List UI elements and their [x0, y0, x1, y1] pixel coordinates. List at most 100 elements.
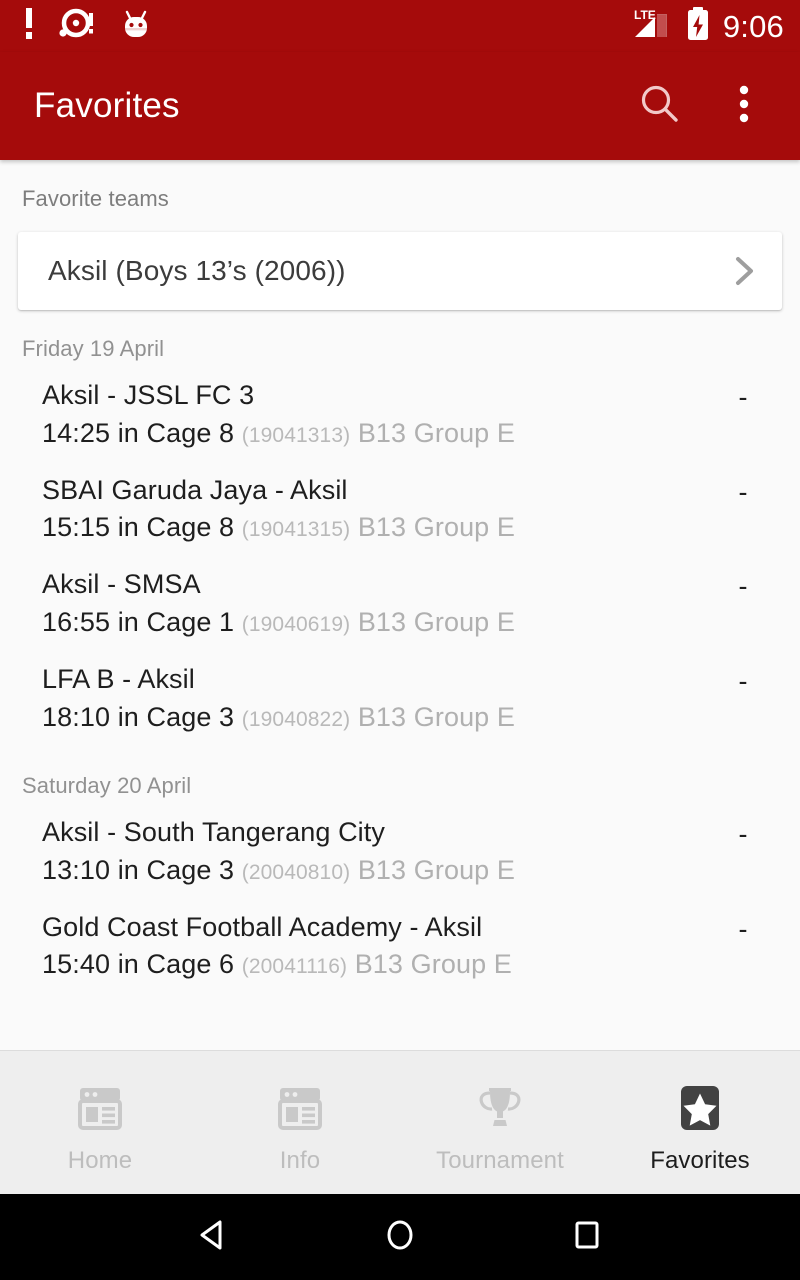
match-row[interactable]: SBAI Garuda Jaya - Aksil 15:15 in Cage 8 … [0, 463, 800, 558]
match-id: (20041116) [241, 955, 348, 979]
match-list: Aksil - South Tangerang City 13:10 in Cag… [0, 805, 800, 994]
favorite-team-card[interactable]: Aksil (Boys 13’s (2006)) [18, 232, 782, 310]
match-id: (20040810) [241, 860, 351, 884]
match-list: Aksil - JSSL FC 3 14:25 in Cage 8 (190413… [0, 368, 800, 747]
match-id: (19040619) [241, 613, 351, 637]
match-time: 18:10 [42, 701, 111, 732]
match-main: SBAI Garuda Jaya - Aksil 15:15 in Cage 8 … [42, 473, 708, 546]
match-teams: Aksil - JSSL FC 3 [42, 380, 255, 410]
match-id: (19040822) [241, 707, 351, 731]
battery-charging-icon [685, 6, 711, 47]
match-main: Aksil - JSSL FC 3 14:25 in Cage 8 (190413… [42, 378, 708, 451]
match-id: (19041313) [241, 423, 351, 447]
match-row[interactable]: Aksil - SMSA 16:55 in Cage 1 (19040619) B… [0, 557, 800, 652]
day-header: Saturday 20 April [22, 772, 192, 798]
search-button[interactable] [632, 78, 688, 134]
match-venue: in Cage 8 [117, 512, 235, 543]
match-group: B13 Group E [357, 854, 516, 885]
home-circle-icon [376, 1211, 424, 1264]
match-row[interactable]: Gold Coast Football Academy - Aksil 15:40… [0, 900, 800, 995]
status-bar-notification-icons [22, 7, 152, 45]
match-meta: 16:55 in Cage 1 (19040619) B13 Group E [42, 605, 708, 640]
match-teams: Gold Coast Football Academy - Aksil [42, 911, 483, 942]
match-teams: LFA B - Aksil [42, 664, 195, 695]
recents-button[interactable] [551, 1201, 623, 1273]
match-time: 15:40 [42, 949, 111, 980]
tab-tournament[interactable]: Tournament [400, 1051, 600, 1194]
match-row[interactable]: LFA B - Aksil 18:10 in Cage 3 (19040822) … [0, 652, 800, 747]
alert-exclamation-icon [22, 7, 36, 45]
match-teams: Aksil - SMSA [42, 569, 201, 600]
match-time: 16:55 [42, 607, 111, 638]
match-teams: Aksil - South Tangerang City [42, 816, 385, 847]
match-meta: 13:10 in Cage 3 (20040810) B13 Group E [42, 853, 708, 888]
match-score: - [738, 818, 748, 849]
newspaper-icon [72, 1079, 128, 1137]
favorite-teams-label: Favorite teams [22, 186, 169, 211]
app-bar: Favorites [0, 52, 800, 160]
match-score: - [738, 382, 748, 412]
favorite-team-name: Aksil (Boys 13’s (2006)) [48, 255, 346, 286]
match-group: B13 Group E [357, 701, 516, 732]
status-bar: LTE 9:06 [0, 0, 800, 52]
match-venue: in Cage 8 [117, 417, 235, 448]
android-nav-bar [0, 1194, 800, 1280]
status-bar-clock: 9:06 [722, 8, 784, 44]
android-robot-icon [120, 8, 152, 45]
status-bar-system-icons: LTE 9:06 [633, 6, 784, 47]
match-group: B13 Group E [357, 512, 516, 543]
match-group: B13 Group E [357, 607, 516, 638]
match-teams: SBAI Garuda Jaya - Aksil [42, 474, 348, 505]
match-meta: 14:25 in Cage 8 (19041313) B13 Group E [42, 416, 708, 451]
match-venue: in Cage 3 [117, 701, 235, 732]
match-venue: in Cage 1 [117, 607, 235, 638]
match-row[interactable]: Aksil - South Tangerang City 13:10 in Cag… [0, 805, 800, 900]
tab-favorites[interactable]: Favorites [600, 1051, 800, 1194]
star-icon [672, 1079, 728, 1137]
main-content: Favorite teams Aksil (Boys 13’s (2006)) … [0, 160, 800, 1050]
app-bar-actions [632, 78, 772, 134]
tab-label-favorites: Favorites [650, 1146, 750, 1174]
match-main: Aksil - SMSA 16:55 in Cage 1 (19040619) B… [42, 567, 708, 640]
day-header: Friday 19 April [22, 336, 165, 361]
disc-alert-icon [58, 8, 98, 45]
match-score: - [738, 913, 748, 944]
match-group: B13 Group E [357, 417, 516, 448]
match-score: - [738, 666, 748, 697]
match-time: 13:10 [42, 854, 111, 885]
back-triangle-icon [189, 1211, 237, 1264]
match-id: (19041315) [241, 518, 351, 542]
match-time: 14:25 [42, 417, 111, 448]
recents-square-icon [563, 1211, 611, 1264]
match-meta: 15:40 in Cage 6 (20041116) B13 Group E [42, 947, 708, 982]
match-row[interactable]: Aksil - JSSL FC 3 14:25 in Cage 8 (190413… [0, 368, 800, 463]
home-button[interactable] [364, 1201, 436, 1273]
app-root: LTE 9:06 Favorites Favorite teams Aksil … [0, 0, 800, 1280]
newspaper-icon [272, 1079, 328, 1137]
bottom-tab-bar: Home Info Tournament Favorites [0, 1050, 800, 1194]
back-button[interactable] [177, 1201, 249, 1273]
match-score: - [738, 571, 748, 602]
trophy-icon [472, 1079, 528, 1137]
tab-info[interactable]: Info [200, 1051, 400, 1194]
search-icon [637, 81, 683, 132]
tab-label-tournament: Tournament [436, 1146, 564, 1174]
match-meta: 18:10 in Cage 3 (19040822) B13 Group E [42, 700, 708, 735]
match-score: - [738, 476, 748, 507]
match-meta: 15:15 in Cage 8 (19041315) B13 Group E [42, 510, 708, 545]
schedule-list: Friday 19 April Aksil - JSSL FC 3 14:25 in… [0, 310, 800, 994]
match-main: Aksil - South Tangerang City 13:10 in Cag… [42, 815, 708, 888]
match-venue: in Cage 6 [117, 949, 235, 980]
tab-home[interactable]: Home [0, 1051, 200, 1194]
page-title: Favorites [34, 86, 180, 125]
tab-label-info: Info [279, 1146, 321, 1174]
more-vert-icon [737, 81, 751, 132]
lte-signal-icon: LTE [633, 6, 673, 47]
match-group: B13 Group E [354, 949, 512, 980]
match-main: LFA B - Aksil 18:10 in Cage 3 (19040822) … [42, 662, 708, 735]
chevron-right-icon [730, 249, 760, 293]
overflow-menu-button[interactable] [716, 78, 772, 134]
tab-label-home: Home [67, 1146, 133, 1174]
match-time: 15:15 [42, 512, 111, 543]
match-main: Gold Coast Football Academy - Aksil 15:40… [42, 910, 708, 983]
